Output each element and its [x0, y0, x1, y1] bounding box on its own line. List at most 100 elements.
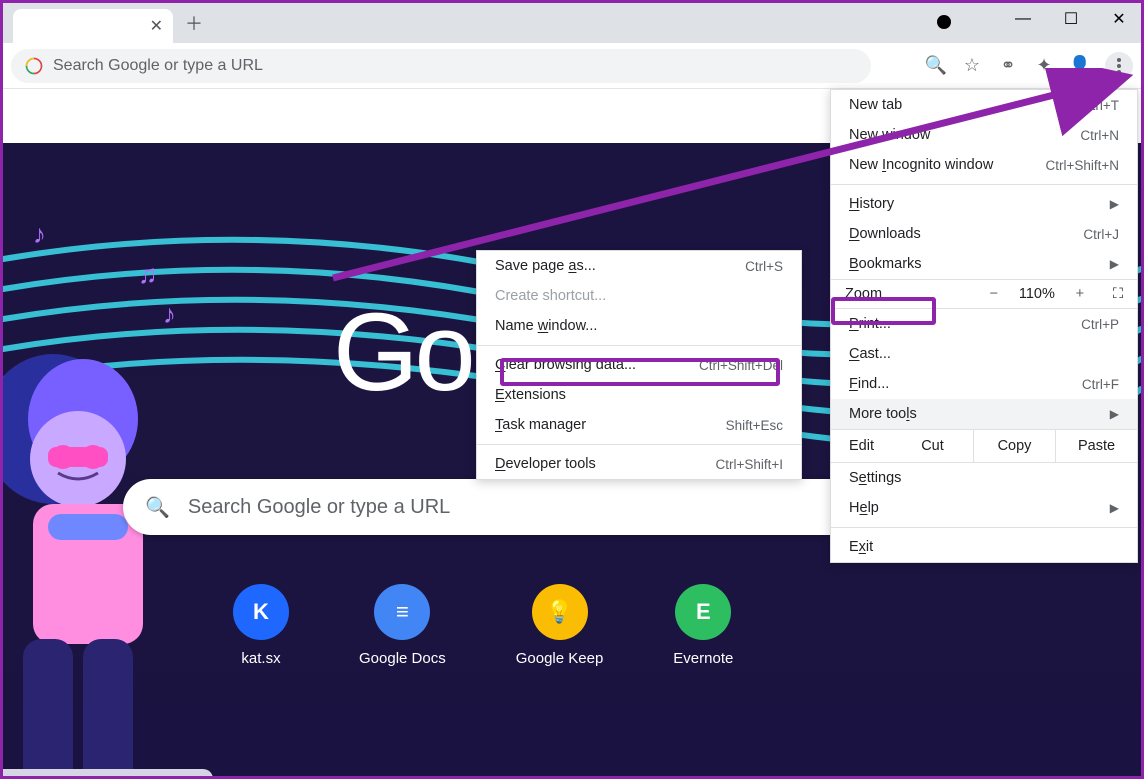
menu-label: Save page as...	[495, 258, 596, 274]
kebab-icon	[1117, 58, 1121, 74]
menu-label: Create shortcut...	[495, 288, 606, 304]
zoom-out-button[interactable]: −	[981, 286, 1007, 302]
update-indicator-icon[interactable]	[937, 15, 951, 29]
submenu-task-manager[interactable]: Task manager Shift+Esc	[477, 410, 801, 440]
menu-help[interactable]: Help ▶	[831, 493, 1137, 523]
omnibox-placeholder: Search Google or type a URL	[53, 57, 263, 75]
shortcut-google-keep[interactable]: 💡 Google Keep	[516, 584, 604, 667]
omnibox[interactable]: Search Google or type a URL	[11, 49, 871, 83]
menu-label: History	[849, 196, 894, 212]
submenu-create-shortcut[interactable]: Create shortcut...	[477, 281, 801, 311]
browser-tab[interactable]: ✕	[13, 9, 173, 43]
zoom-label: Zoom	[845, 286, 969, 302]
menu-zoom-row: Zoom − 110% + ⛶	[831, 279, 1137, 309]
submenu-arrow-icon: ▶	[1110, 407, 1119, 421]
menu-separator	[831, 184, 1137, 185]
shortcut-google-docs[interactable]: ≡ Google Docs	[359, 584, 446, 667]
menu-label: Downloads	[849, 226, 921, 242]
new-tab-button[interactable]: ＋	[181, 10, 207, 36]
menu-shortcut: Ctrl+S	[745, 259, 783, 274]
zoom-value: 110%	[1019, 286, 1055, 302]
submenu-clear-browsing-data[interactable]: Clear browsing data... Ctrl+Shift+Del	[477, 350, 801, 380]
submenu-save-page[interactable]: Save page as... Ctrl+S	[477, 251, 801, 281]
search-icon: 🔍	[145, 495, 170, 520]
menu-bookmarks[interactable]: Bookmarks ▶	[831, 249, 1137, 279]
menu-shortcut: Ctrl+T	[1082, 98, 1119, 113]
menu-shortcut: Ctrl+J	[1083, 227, 1119, 242]
shortcut-letter: K	[233, 584, 289, 640]
menu-separator	[831, 527, 1137, 528]
menu-more-tools[interactable]: More tools ▶	[831, 399, 1137, 429]
shortcut-label: Google Docs	[359, 650, 446, 667]
edit-paste[interactable]: Paste	[1055, 430, 1137, 462]
menu-separator	[477, 444, 801, 445]
menu-history[interactable]: History ▶	[831, 189, 1137, 219]
docs-icon: ≡	[374, 584, 430, 640]
extension-icon[interactable]: ⚭	[997, 55, 1019, 77]
close-window-button[interactable]: ✕	[1105, 9, 1133, 29]
shortcuts-row: K kat.sx ≡ Google Docs 💡 Google Keep E E…	[233, 584, 733, 667]
menu-separator	[477, 345, 801, 346]
shortcut-letter: E	[675, 584, 731, 640]
shortcut-label: Evernote	[673, 650, 733, 667]
keep-icon: 💡	[532, 584, 588, 640]
menu-shortcut: Shift+Esc	[726, 418, 783, 433]
menu-label: Clear browsing data...	[495, 357, 636, 373]
menu-shortcut: Ctrl+Shift+Del	[699, 358, 783, 373]
menu-shortcut: Ctrl+Shift+I	[715, 457, 783, 472]
submenu-name-window[interactable]: Name window...	[477, 311, 801, 341]
menu-shortcut: Ctrl+P	[1081, 317, 1119, 332]
shortcut-evernote[interactable]: E Evernote	[673, 584, 733, 667]
menu-edit-row: Edit Cut Copy Paste	[831, 429, 1137, 463]
music-note-icon: ♫	[138, 259, 158, 290]
menu-shortcut: Ctrl+N	[1080, 128, 1119, 143]
submenu-arrow-icon: ▶	[1110, 501, 1119, 515]
menu-new-window[interactable]: New window Ctrl+N	[831, 120, 1137, 150]
menu-label: Find...	[849, 376, 889, 392]
menu-new-tab[interactable]: New tab Ctrl+T	[831, 90, 1137, 120]
music-note-icon: ♪	[33, 219, 46, 250]
titlebar: ✕ ＋ — ☐ ✕	[3, 3, 1141, 43]
menu-label: Developer tools	[495, 456, 596, 472]
chrome-main-menu: New tab Ctrl+T New window Ctrl+N New Inc…	[830, 89, 1138, 563]
close-tab-icon[interactable]: ✕	[150, 16, 163, 36]
menu-incognito[interactable]: New Incognito window Ctrl+Shift+N	[831, 150, 1137, 180]
menu-shortcut: Ctrl+Shift+N	[1045, 158, 1119, 173]
submenu-developer-tools[interactable]: Developer tools Ctrl+Shift+I	[477, 449, 801, 479]
menu-shortcut: Ctrl+F	[1082, 377, 1119, 392]
fullscreen-icon[interactable]: ⛶	[1113, 286, 1123, 302]
menu-label: Bookmarks	[849, 256, 922, 272]
submenu-arrow-icon: ▶	[1110, 257, 1119, 271]
edit-copy[interactable]: Copy	[973, 430, 1055, 462]
toolbar-right: 🔍 ☆ ⚭ ✦ 👤	[925, 52, 1133, 80]
profile-avatar-icon[interactable]: 👤	[1069, 55, 1091, 77]
menu-label: Print...	[849, 316, 891, 332]
zoom-page-icon[interactable]: 🔍	[925, 55, 947, 77]
menu-find[interactable]: Find... Ctrl+F	[831, 369, 1137, 399]
maximize-button[interactable]: ☐	[1057, 9, 1085, 29]
menu-label: Exit	[849, 539, 873, 555]
search-placeholder: Search Google or type a URL	[188, 496, 450, 519]
minimize-button[interactable]: —	[1009, 10, 1037, 28]
menu-print[interactable]: Print... Ctrl+P	[831, 309, 1137, 339]
music-note-icon: ♪	[163, 299, 176, 330]
more-tools-submenu: Save page as... Ctrl+S Create shortcut..…	[476, 250, 802, 480]
menu-label: Help	[849, 500, 879, 516]
shortcut-katsx[interactable]: K kat.sx	[233, 584, 289, 667]
edit-label: Edit	[831, 430, 892, 462]
search-input[interactable]: 🔍 Search Google or type a URL	[123, 479, 883, 535]
browser-toolbar: Search Google or type a URL 🔍 ☆ ⚭ ✦ 👤	[3, 43, 1141, 89]
menu-cast[interactable]: Cast...	[831, 339, 1137, 369]
menu-settings[interactable]: Settings	[831, 463, 1137, 493]
submenu-extensions[interactable]: Extensions	[477, 380, 801, 410]
menu-label: More tools	[849, 406, 917, 422]
menu-label: Cast...	[849, 346, 891, 362]
extensions-puzzle-icon[interactable]: ✦	[1033, 55, 1055, 77]
edit-cut[interactable]: Cut	[892, 430, 973, 462]
kebab-menu-button[interactable]	[1105, 52, 1133, 80]
menu-downloads[interactable]: Downloads Ctrl+J	[831, 219, 1137, 249]
zoom-in-button[interactable]: +	[1067, 286, 1093, 302]
menu-exit[interactable]: Exit	[831, 532, 1137, 562]
google-g-icon	[25, 57, 43, 75]
bookmark-star-icon[interactable]: ☆	[961, 55, 983, 77]
